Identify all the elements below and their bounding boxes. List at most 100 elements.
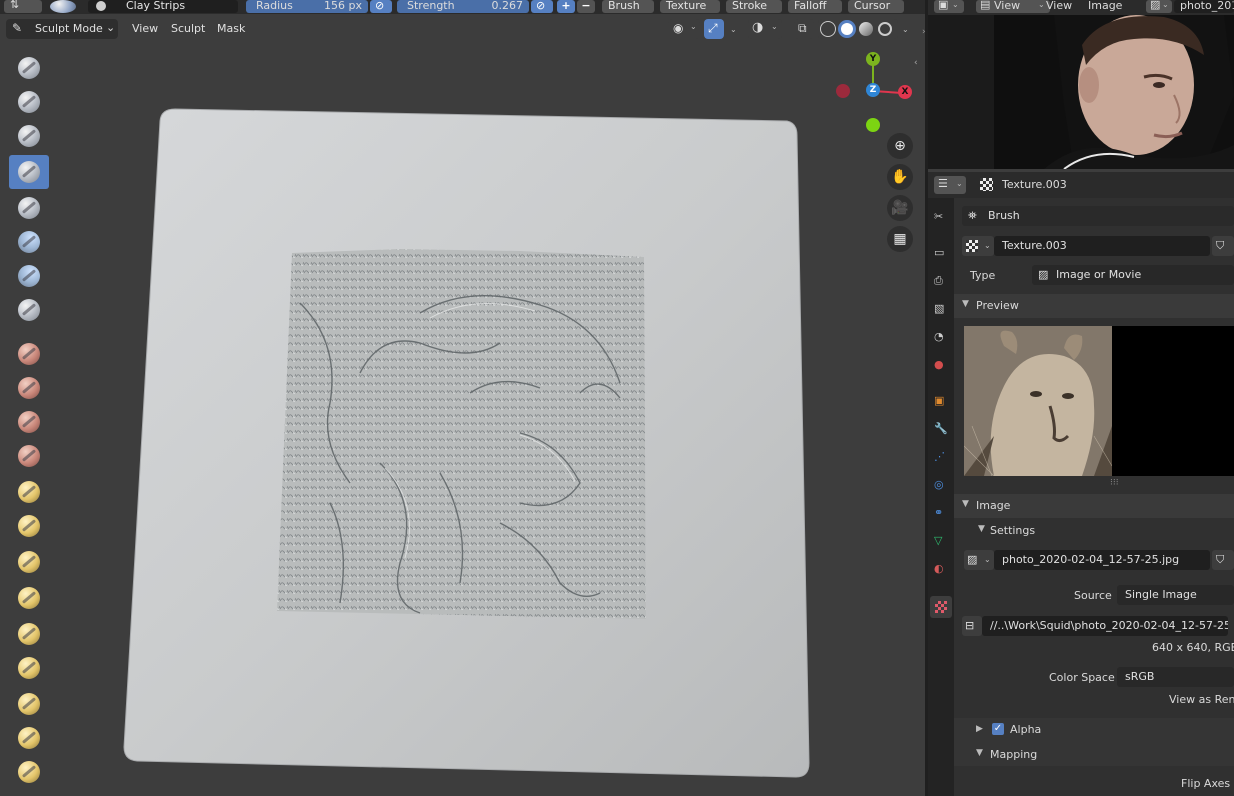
tool-crease[interactable] xyxy=(9,337,49,371)
tool-thumb[interactable] xyxy=(9,687,49,721)
mapping-subpanel-header[interactable]: ▼ Mapping xyxy=(954,742,1234,766)
filepath-field[interactable]: //..\Work\Squid\photo_2020-02-04_12-57-2… xyxy=(982,616,1228,636)
sculpt-menu[interactable]: Sculpt xyxy=(171,22,205,35)
add-direction-button[interactable]: + xyxy=(557,0,575,13)
radius-pressure-button[interactable]: ⊘ xyxy=(370,0,392,13)
3d-viewport[interactable]: Y Z X ⊕ ✋ 🎥 ▦ ‹ xyxy=(0,43,925,796)
tab-modifiers[interactable]: 🔧 xyxy=(930,420,952,442)
image-name-field[interactable]: photo_201 xyxy=(1174,0,1234,13)
gizmo-toggle[interactable]: ⤢ xyxy=(704,19,724,39)
type-dropdown[interactable]: ▨ Image or Movie xyxy=(1032,265,1234,285)
brush-name-field[interactable]: Clay Strips xyxy=(88,0,238,13)
tab-data[interactable]: ▽ xyxy=(930,532,952,554)
chevron-down-icon[interactable]: ⌄ xyxy=(730,25,737,34)
tool-pose[interactable] xyxy=(9,721,49,755)
texture-name-field[interactable]: Texture.003 xyxy=(994,236,1210,256)
tool-fill[interactable] xyxy=(9,439,49,473)
zoom-button[interactable]: ⊕ xyxy=(887,133,913,159)
axis-neg-y[interactable] xyxy=(866,118,880,132)
view-menu[interactable]: View xyxy=(1046,0,1072,12)
view-menu[interactable]: View xyxy=(132,22,158,35)
tool-draw-sharp[interactable] xyxy=(9,85,49,119)
preview-panel-header[interactable]: ▼ Preview xyxy=(954,294,1234,318)
tool-clay-strips[interactable] xyxy=(9,155,49,189)
tool-layer[interactable] xyxy=(9,225,49,259)
axis-neg-x[interactable] xyxy=(836,84,850,98)
texture-user-dropdown[interactable]: ⛯ Brush xyxy=(962,206,1234,226)
collapse-toolbar-icon[interactable]: › xyxy=(922,27,926,37)
axis-y[interactable]: Y xyxy=(866,52,880,66)
tool-flatten[interactable] xyxy=(9,405,49,439)
tool-multiplane-scrape[interactable] xyxy=(9,509,49,543)
editor-type-button[interactable]: ▣ ⌄ xyxy=(934,0,964,13)
stroke-menu[interactable]: Stroke ⌄ xyxy=(726,0,782,23)
texture-browse-button[interactable]: ⌄ xyxy=(962,236,994,256)
view-mode-dropdown[interactable]: ▤ View ⌄ xyxy=(976,0,1050,13)
tab-particles[interactable]: ⋰ xyxy=(930,448,952,470)
fake-user-button[interactable]: ⛉ xyxy=(1212,550,1234,570)
tool-pinch[interactable] xyxy=(9,545,49,579)
color-space-dropdown[interactable]: sRGB xyxy=(1117,667,1234,687)
tool-grab[interactable] xyxy=(9,581,49,615)
image-editor-canvas[interactable]: › xyxy=(922,15,1234,169)
overlays-toggle[interactable]: ◑ ⌄ xyxy=(748,19,782,39)
tab-constraints[interactable]: ⚭ xyxy=(930,504,952,526)
tab-material[interactable]: ◐ xyxy=(930,560,952,582)
tool-menu-button[interactable]: ⇅ xyxy=(4,0,42,13)
mask-menu[interactable]: Mask xyxy=(217,22,245,35)
fake-user-button[interactable]: ⛉ xyxy=(1212,236,1234,256)
tab-output[interactable]: ⎙ xyxy=(930,272,952,294)
image-browse-button[interactable]: ▨ ⌄ xyxy=(964,550,994,570)
brush-menu[interactable]: Brush ⌄ xyxy=(602,0,654,23)
resize-grip-icon[interactable]: ⁝⁝⁝ xyxy=(1110,478,1119,488)
image-menu[interactable]: Image xyxy=(1088,0,1122,12)
alpha-checkbox[interactable]: ✓ xyxy=(992,723,1004,735)
tool-clay[interactable] xyxy=(9,119,49,153)
brush-preview-icon[interactable] xyxy=(50,0,76,13)
mode-selector[interactable]: ✎ Sculpt Mode ⌄ xyxy=(6,19,118,39)
editor-type-button[interactable]: ☰ ⌄ xyxy=(934,176,966,194)
tab-render[interactable]: ▭ xyxy=(930,244,952,266)
navigation-gizmo[interactable]: Y Z X xyxy=(836,49,918,133)
cursor-menu[interactable]: Cursor ⌄ xyxy=(848,0,904,23)
material-shading-icon[interactable] xyxy=(859,22,873,36)
ortho-toggle-button[interactable]: ▦ xyxy=(887,226,913,252)
falloff-menu[interactable]: Falloff ⌄ xyxy=(788,0,842,23)
tab-tool[interactable]: ✂ xyxy=(930,208,952,230)
tool-scrape[interactable] xyxy=(9,475,49,509)
xray-toggle[interactable]: ⧉ xyxy=(794,19,814,39)
image-panel-header[interactable]: ▼ Image xyxy=(954,494,1234,518)
tool-blob[interactable] xyxy=(9,293,49,327)
texture-menu[interactable]: Texture ⌄ xyxy=(660,0,720,23)
collapse-sidebar-icon[interactable]: ‹ xyxy=(914,58,918,68)
strength-pressure-button[interactable]: ⊘ xyxy=(531,0,553,13)
tool-elastic-deform[interactable] xyxy=(9,617,49,651)
pan-button[interactable]: ✋ xyxy=(887,164,913,190)
axis-x[interactable]: X xyxy=(898,85,912,99)
visibility-toggle[interactable]: ◉ ⌄ xyxy=(668,19,700,39)
tab-view-layer[interactable]: ▧ xyxy=(930,300,952,322)
camera-view-button[interactable]: 🎥 xyxy=(887,195,913,221)
source-dropdown[interactable]: Single Image xyxy=(1117,585,1234,605)
axis-z[interactable]: Z xyxy=(866,83,880,97)
tab-physics[interactable]: ◎ xyxy=(930,476,952,498)
image-file-field[interactable]: photo_2020-02-04_12-57-25.jpg xyxy=(994,550,1210,570)
alpha-subpanel-header[interactable]: ▶ ✓ Alpha xyxy=(954,718,1234,742)
view-as-render-toggle[interactable]: View as Rend xyxy=(1169,693,1234,706)
settings-subpanel-header[interactable]: ▼ Settings xyxy=(954,518,1234,542)
image-browse-button[interactable]: ▨ ⌄ xyxy=(1146,0,1172,13)
wireframe-shading-icon[interactable] xyxy=(820,21,836,37)
tool-nudge[interactable] xyxy=(9,755,49,789)
chevron-down-icon[interactable]: ⌄ xyxy=(902,25,909,34)
tool-smooth[interactable] xyxy=(9,371,49,405)
tab-world[interactable]: ● xyxy=(930,356,952,378)
solid-shading-button[interactable] xyxy=(838,20,856,38)
tool-draw[interactable] xyxy=(9,51,49,85)
tool-snake-hook[interactable] xyxy=(9,651,49,685)
tab-scene[interactable]: ◔ xyxy=(930,328,952,350)
tab-texture[interactable] xyxy=(930,596,952,618)
rendered-shading-icon[interactable] xyxy=(878,22,892,36)
tab-object[interactable]: ▣ xyxy=(930,392,952,414)
subtract-direction-button[interactable]: − xyxy=(577,0,595,13)
radius-slider[interactable]: Radius 156 px xyxy=(246,0,368,13)
